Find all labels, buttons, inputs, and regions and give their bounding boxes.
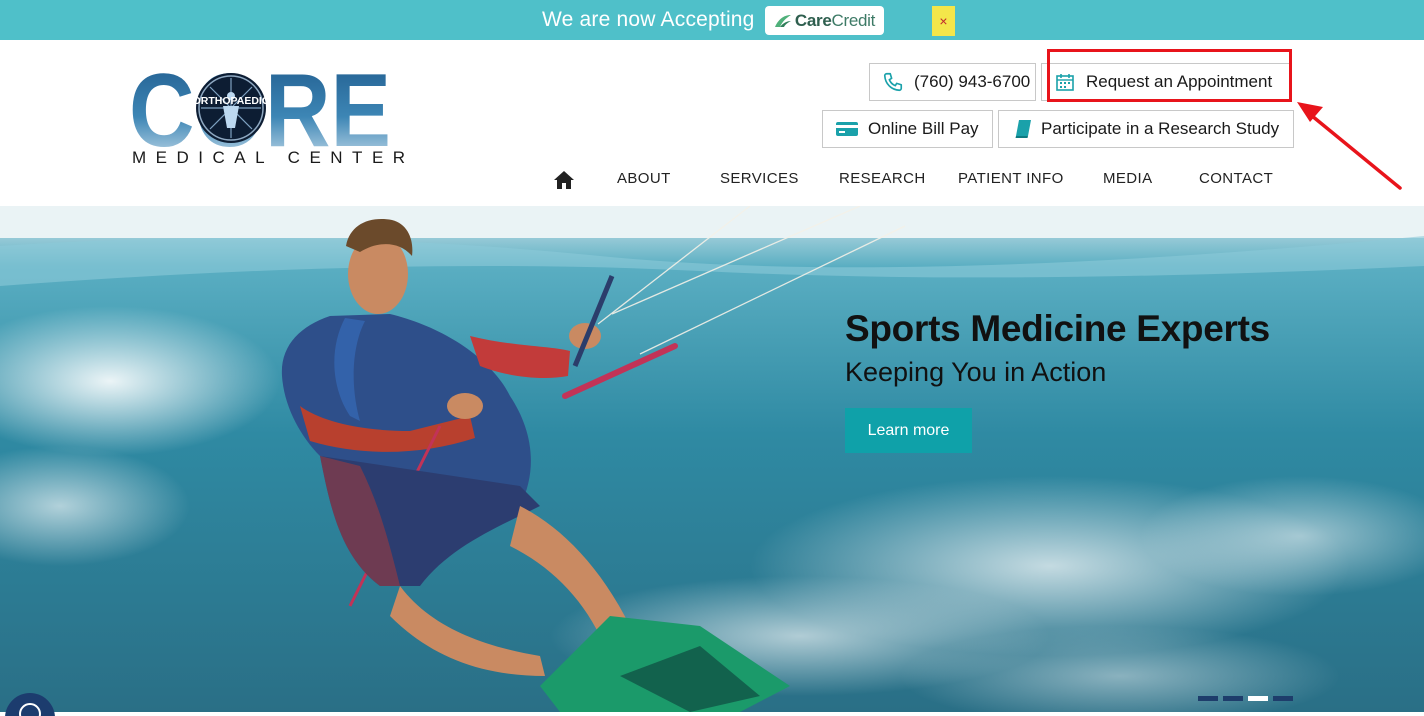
slider-dot[interactable] (1273, 696, 1293, 701)
online-bill-pay-label: Online Bill Pay (868, 119, 979, 138)
banner-text: We are now Accepting (542, 8, 755, 31)
promo-banner: We are now Accepting CareCredit × (0, 0, 1424, 40)
carecredit-credit: Credit (831, 10, 876, 30)
phone-number: (760) 943-6700 (914, 72, 1031, 91)
request-appointment-button[interactable]: Request an Appointment (1041, 63, 1292, 101)
logo-subtitle: MEDICAL CENTER (132, 148, 415, 167)
hero-image (0, 206, 1424, 712)
logo-badge-text: ORTHOPAEDIC (193, 95, 270, 107)
phone-button[interactable]: (760) 943-6700 (869, 63, 1036, 101)
phone-icon (883, 72, 903, 92)
credit-card-icon (836, 122, 858, 136)
calendar-icon (1056, 74, 1074, 91)
hero-subtitle: Keeping You in Action (845, 357, 1107, 387)
nav-contact[interactable]: CONTACT (1199, 170, 1273, 187)
slider-dot[interactable] (1223, 696, 1243, 701)
request-appointment-label: Request an Appointment (1086, 72, 1273, 91)
nav-research[interactable]: RESEARCH (839, 170, 926, 187)
nav-patient-info[interactable]: PATIENT INFO (958, 170, 1064, 187)
hero-title: Sports Medicine Experts (845, 308, 1270, 349)
accessibility-icon (19, 703, 41, 716)
slider-dot[interactable] (1198, 696, 1218, 701)
nav-media[interactable]: MEDIA (1103, 170, 1153, 187)
research-study-label: Participate in a Research Study (1041, 119, 1280, 138)
nav-services[interactable]: SERVICES (720, 170, 799, 187)
leaf-icon (774, 14, 791, 27)
banner-close-button[interactable]: × (932, 6, 955, 36)
close-icon: × (939, 13, 948, 29)
carecredit-care: Care (794, 10, 832, 30)
carecredit-logo[interactable]: CareCredit (765, 6, 884, 35)
hero-slider: Sports Medicine Experts Keeping You in A… (0, 206, 1424, 712)
annotation-arrow (1297, 102, 1402, 190)
home-icon[interactable] (553, 170, 575, 190)
learn-more-button[interactable]: Learn more (845, 408, 972, 453)
slider-dot-active[interactable] (1248, 696, 1268, 701)
online-bill-pay-button[interactable]: Online Bill Pay (822, 110, 993, 148)
research-study-button[interactable]: Participate in a Research Study (998, 110, 1294, 148)
nav-about[interactable]: ABOUT (617, 170, 671, 187)
book-icon (1015, 120, 1031, 138)
slider-dots (1198, 696, 1293, 701)
